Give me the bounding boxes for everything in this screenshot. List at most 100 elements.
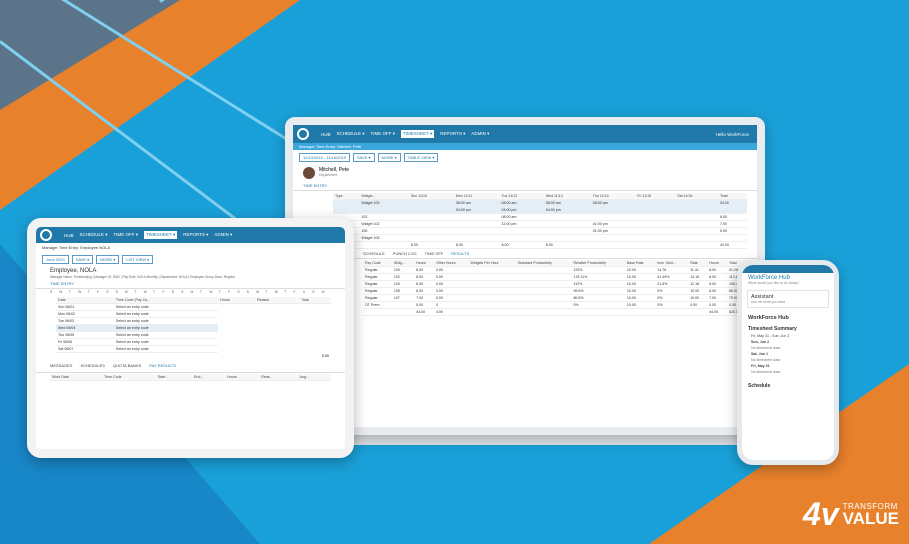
table-cell: 105	[359, 227, 409, 235]
table-row[interactable]: Regular 107 7.00 0.00 80.8% 10.00 0% 10.00 7.00 7…	[363, 294, 749, 302]
nav-time-off[interactable]: TIME OFF ▾	[371, 131, 396, 137]
table-cell	[635, 220, 676, 228]
weekday-letter[interactable]: W	[78, 290, 87, 294]
schedule-heading[interactable]: Schedule	[742, 379, 834, 390]
weekday-letter[interactable]: F	[294, 290, 303, 294]
nav-timesheet[interactable]: TIMESHEET ▾	[401, 130, 435, 138]
weekday-letter[interactable]: S	[106, 290, 115, 294]
nav-schedule[interactable]: SCHEDULE ▾	[80, 232, 108, 238]
weekday-letter[interactable]: M	[256, 290, 265, 294]
tab-0[interactable]: MESSAGES	[50, 363, 72, 368]
table-view-button[interactable]: TABLE VIEW ▾	[403, 153, 439, 162]
table-cell	[468, 273, 516, 281]
table-row[interactable]: 105 01:00 pm 5.00	[333, 227, 747, 235]
weekday-letter[interactable]: M	[322, 290, 331, 294]
totals-row: 8.00 8.00 8.00 8.00 44.00	[333, 241, 747, 249]
table-row[interactable]: Widget 100 08:00 am 08:00 am 08:00 am 08:00 …	[333, 199, 747, 207]
weekday-letter[interactable]: M	[191, 290, 200, 294]
weekday-letter[interactable]: S	[303, 290, 312, 294]
weekday-letter[interactable]: S	[50, 290, 59, 294]
total-cell	[515, 308, 572, 316]
tab-1[interactable]: SCHEDULES	[80, 363, 104, 368]
weekday-letter[interactable]: S	[172, 290, 181, 294]
tab-1[interactable]: PUNCH LOG	[393, 251, 417, 256]
tab-0[interactable]: SCHEDULE	[363, 251, 385, 256]
more-button[interactable]: MORE ▾	[377, 153, 401, 162]
list-view-button[interactable]: LIST VIEW ▾	[122, 255, 154, 264]
table-row[interactable]: 04:00 pm 04:00 pm 04:00 pm	[333, 206, 747, 214]
tab-time-entry[interactable]: TIME ENTRY	[293, 181, 757, 191]
more-button[interactable]: MORE ▾	[96, 255, 120, 264]
weekday-letter[interactable]: F	[228, 290, 237, 294]
tab-3[interactable]: RESULTS	[451, 251, 469, 256]
weekday-letter[interactable]: W	[144, 290, 153, 294]
nav-admin[interactable]: ADMIN ▾	[214, 232, 232, 238]
save-button[interactable]: SAVE ▾	[71, 255, 94, 264]
weekday-letter[interactable]: T	[200, 290, 209, 294]
table-row[interactable]: 102 08:00 am 8.00	[333, 213, 747, 221]
tab-2[interactable]: QUOTA BANKS	[113, 363, 141, 368]
save-button[interactable]: SAVE ▾	[353, 153, 375, 162]
table-row[interactable]: Widget 102 12:00 pm 01:00 pm 7.00	[333, 220, 747, 228]
nav-admin[interactable]: ADMIN ▾	[471, 131, 489, 137]
tab-time-entry[interactable]: TIME ENTRY	[36, 279, 345, 289]
tab-3[interactable]: PAY RESULTS	[149, 363, 176, 368]
table-row[interactable]: Fri 06/06 Select an entry code	[56, 338, 331, 346]
table-row[interactable]: Regular 100 8.00 0.00 112% 10.00 21.8% 12.18 8.0…	[363, 280, 749, 288]
total-cell	[655, 308, 689, 316]
table-row[interactable]: Thu 06/05 Select an entry code	[56, 331, 331, 339]
nav-schedule[interactable]: SCHEDULE ▾	[337, 131, 365, 137]
weekday-letter[interactable]: W	[209, 290, 218, 294]
list-item[interactable]: Sat, Jun 1 No timesheet data	[742, 351, 834, 363]
table-row[interactable]: OT Prem 0.00 0 0% 10.00 0% 0.00 0.00 0.00	[363, 301, 749, 309]
weekday-letter[interactable]: S	[247, 290, 256, 294]
weekday-letter[interactable]: W	[275, 290, 284, 294]
weekday-letter[interactable]: F	[97, 290, 106, 294]
weekday-letter[interactable]: M	[125, 290, 134, 294]
weekday-letter[interactable]: M	[59, 290, 68, 294]
table-row[interactable]: Wed 06/04 Select an entry code	[56, 324, 331, 332]
user-greeting[interactable]: Hello WorkForce	[716, 132, 749, 137]
table-row[interactable]: Regular 105 8.00 0.00 99.5% 10.00 0% 10.00 8.00 8…	[363, 287, 749, 295]
weekday-letter[interactable]: F	[162, 290, 171, 294]
weekday-letter[interactable]: T	[265, 290, 274, 294]
list-item[interactable]: Fri, May 31 No timesheet data	[742, 363, 834, 375]
nav-reports[interactable]: REPORTS ▾	[183, 232, 208, 238]
weekday-letter[interactable]: S	[312, 290, 321, 294]
assistant-card[interactable]: Assistant Ask me what you need	[747, 290, 829, 308]
weekday-letter[interactable]: S	[116, 290, 125, 294]
date-picker[interactable]: June 2024	[42, 255, 69, 264]
table-cell: 7.00	[717, 220, 747, 228]
weekday-letter[interactable]: T	[219, 290, 228, 294]
weekday-letter[interactable]: T	[69, 290, 78, 294]
table-row[interactable]: Regular 100 8.00 0.00 133% 10.00 14.76 11.41 8.0…	[363, 266, 749, 274]
nav-timesheet[interactable]: TIMESHEET ▾	[144, 231, 178, 239]
table-cell: 100	[391, 280, 415, 288]
weekday-letter[interactable]: T	[134, 290, 143, 294]
table-row[interactable]: Mon 06/02 Select an entry code	[56, 310, 331, 318]
weekday-letter[interactable]: S	[237, 290, 246, 294]
weekday-letter[interactable]: S	[181, 290, 190, 294]
logo-icon	[297, 128, 309, 140]
tab-2[interactable]: TIME OFF	[425, 251, 444, 256]
table-cell: 10.00	[624, 266, 656, 274]
nav-reports[interactable]: REPORTS ▾	[440, 131, 465, 137]
table-row[interactable]: Widget 105	[333, 234, 747, 242]
weekday-letter[interactable]: T	[87, 290, 96, 294]
list-item[interactable]: Sun, Jun 2 No timesheet data	[742, 339, 834, 351]
weekday-letter[interactable]: T	[153, 290, 162, 294]
table-row[interactable]: Tue 06/03 Select an entry code	[56, 317, 331, 325]
table-cell: Mon 06/02	[56, 310, 114, 318]
weekday-letter[interactable]: T	[284, 290, 293, 294]
timesheet-summary-heading[interactable]: Timesheet Summary	[742, 322, 834, 333]
table-cell: 0.00	[433, 287, 469, 295]
table-row[interactable]: Regular 102 8.00 0.00 178.11% 10.00 41.49% 14.1…	[363, 273, 749, 281]
table-row[interactable]: Sun 06/01 Select an entry code	[56, 303, 331, 311]
nav-hub[interactable]: HUB	[64, 233, 74, 238]
nav-hub[interactable]: HUB	[321, 132, 331, 137]
table-cell	[675, 206, 718, 214]
table-cell: 5.00	[717, 227, 747, 235]
table-row[interactable]: Sat 06/07 Select an entry code	[56, 345, 331, 353]
date-range-picker[interactable]: 11/10/2019 - 11/16/2019	[299, 153, 350, 162]
nav-time-off[interactable]: TIME OFF ▾	[114, 232, 139, 238]
